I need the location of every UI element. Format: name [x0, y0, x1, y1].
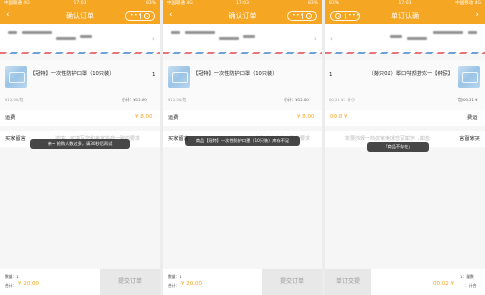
submit-order-button[interactable]: 单订交提 — [325, 269, 371, 295]
battery-label: 83% — [145, 1, 156, 6]
mini-program-capsule: ••• — [287, 11, 317, 21]
freight-label: 费运 — [467, 115, 478, 121]
product-quantity: 1 — [329, 72, 333, 78]
order-item: 1 【冠特】一次性防护口罩（10只装） 00.21 ¥：计小 包/00.21 ¥ — [325, 60, 485, 110]
buyer-message-label: 买家留言 — [459, 136, 480, 142]
airmail-border — [325, 52, 485, 54]
subtotal: 小计：¥12.00 — [122, 97, 147, 102]
buyer-message-label: 买家留言 — [5, 136, 26, 142]
record-circle-icon[interactable] — [144, 13, 150, 19]
subtotal: 00.21 ¥：计小 — [329, 97, 355, 102]
address-redaction — [243, 35, 255, 38]
submit-order-button[interactable]: 提交订单 — [262, 269, 322, 295]
clock-label: 17:03 — [73, 1, 87, 6]
item-count: 1：量数 — [460, 274, 474, 279]
carrier-label: 中国移动 4G — [455, 1, 481, 6]
address-redaction — [80, 35, 92, 38]
order-item: 【冠特】一次性防护口罩（10只装） 1 ¥12.00/包 小计：¥12.00 — [0, 60, 160, 110]
address-redaction — [56, 37, 76, 40]
freight-row: 运费 ¥ 8.00 — [0, 110, 160, 126]
buyer-message-input[interactable]: 选填，可填写您和卖家协商一致的要求 — [345, 135, 430, 142]
unit-price: ¥12.00/包 — [5, 97, 24, 102]
freight-label: 运费 — [168, 115, 179, 121]
checkout-bar: 数量：1 合计： ¥ 20.00 提交订单 — [0, 269, 160, 295]
order-confirm-panel-2: 中国联通 4G 17:03 83% ‹ 确认订单 ••• › 【冠特】一次性防护… — [163, 0, 322, 295]
checkout-bar: 数量：1 合计： ¥ 20.00 提交订单 — [163, 269, 322, 295]
total-value: 00.02 ¥ — [433, 281, 454, 287]
chevron-right-icon: › — [313, 34, 317, 43]
page-title: 单订认确 — [391, 12, 419, 20]
shipping-address[interactable]: › — [163, 24, 322, 54]
shipping-address[interactable]: ‹ — [325, 24, 485, 54]
freight-row: 运费 ¥ 8.00 — [163, 110, 322, 126]
status-bar: 83% 17:03 中国移动 4G — [325, 0, 485, 8]
freight-value: ¥ 8.00 — [297, 114, 315, 120]
product-name: 【冠特】一次性防护口罩（10只装） — [30, 71, 115, 77]
address-redaction — [8, 31, 17, 34]
airmail-border — [163, 52, 322, 54]
product-name: 【冠特】一次性防护口罩（10只装） — [193, 71, 278, 77]
product-thumbnail — [458, 66, 480, 88]
total-label: ：计合 — [465, 283, 477, 288]
product-thumbnail — [5, 66, 27, 88]
total-value: ¥ 20.00 — [181, 281, 202, 287]
freight-label: 运费 — [5, 115, 16, 121]
address-redaction — [219, 37, 239, 40]
address-redaction — [407, 37, 427, 40]
address-redaction — [468, 31, 477, 34]
address-redaction — [390, 35, 402, 38]
product-name: 【冠特】一次性防护口罩（10只装） — [368, 71, 453, 77]
total-value: ¥ 20.00 — [18, 281, 39, 287]
mini-program-capsule: ••• — [125, 11, 155, 21]
status-bar: 中国联通 4G 17:03 83% — [163, 0, 322, 8]
address-redaction — [433, 31, 463, 34]
stock-shortage-toast: 商品【冠特】一次性防护口罩（10只装）库存不足 — [185, 136, 300, 146]
item-count: 数量：1 — [5, 274, 19, 279]
nav-bar: ‹ 确认订单 ••• — [163, 8, 322, 24]
error-toast: 亲~ 抢购人数过多，请30秒后再试 — [30, 139, 130, 149]
airmail-border — [0, 52, 160, 54]
unit-price: ¥12.00/包 — [168, 97, 187, 102]
total-label: 合计： — [5, 283, 17, 288]
nav-bar: ‹ 确认订单 ••• — [0, 8, 160, 24]
battery-label: 83% — [307, 1, 318, 6]
clock-label: 17:03 — [236, 1, 249, 6]
capsule-divider — [140, 13, 141, 19]
checkout-bar: 单订交提 1：量数 00.02 ¥ ：计合 — [325, 269, 485, 295]
chevron-left-icon: ‹ — [330, 34, 334, 43]
nav-bar: ••• 单订认确 › — [325, 8, 485, 24]
freight-value: 00.8 ¥ — [330, 114, 348, 120]
mirrored-product-name-wrap: 【冠特】一次性防护口罩（10只装） — [335, 70, 453, 78]
address-redaction — [22, 31, 52, 34]
record-circle-icon[interactable] — [306, 13, 312, 19]
product-thumbnail — [168, 66, 190, 88]
order-confirm-panel-1: 中国联通 4G 17:03 83% ‹ 确认订单 ••• › 【冠特】一次性防护… — [0, 0, 160, 295]
address-redaction — [171, 31, 180, 34]
shipping-address[interactable]: › — [0, 24, 160, 54]
item-count: 数量：1 — [168, 274, 182, 279]
freight-row: 00.8 ¥ 费运 — [325, 110, 485, 126]
chevron-right-icon: › — [151, 34, 155, 43]
capsule-divider — [302, 13, 303, 19]
chevron-right-icon[interactable]: › — [475, 11, 479, 20]
total-label: 合计： — [168, 283, 180, 288]
status-bar: 中国联通 4G 17:03 83% — [0, 0, 160, 8]
unit-price: 包/00.21 ¥ — [458, 97, 478, 102]
freight-value: ¥ 8.00 — [135, 114, 153, 120]
product-quantity: 1 — [152, 72, 156, 78]
subtotal: 小计：¥12.00 — [284, 97, 309, 102]
order-item: 【冠特】一次性防护口罩（10只装） ¥12.00/包 小计：¥12.00 — [163, 60, 322, 110]
product-missing-toast: 「商品不存在」 — [367, 142, 429, 152]
address-redaction — [185, 31, 215, 34]
order-confirm-panel-3-mirrored: 83% 17:03 中国移动 4G ••• 单订认确 › ‹ 1 【冠特】一次性… — [325, 0, 485, 295]
submit-order-button[interactable]: 提交订单 — [100, 269, 160, 295]
